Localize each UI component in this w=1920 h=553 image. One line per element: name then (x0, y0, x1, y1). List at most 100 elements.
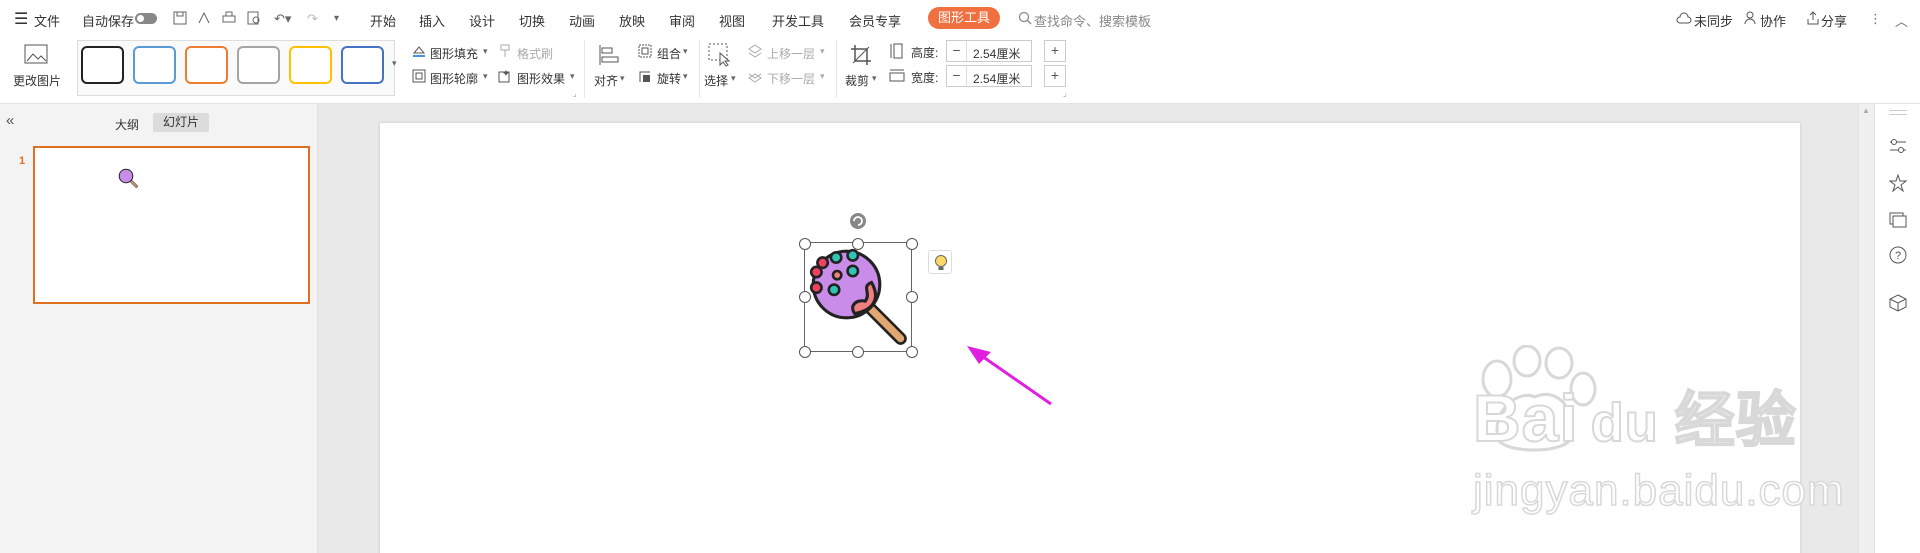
slide-layout-icon[interactable] (1889, 210, 1907, 228)
properties-icon[interactable] (1889, 138, 1907, 154)
help-icon[interactable]: ? (1889, 246, 1907, 264)
chevron-down-icon[interactable]: ▾ (820, 46, 825, 57)
menu-bar: ☰ 文件 自动保存 ↶▾ ↷ ▾ 开始 插入 设计 切换 动画 放映 审阅 视图… (0, 0, 1920, 36)
slide-thumbnail[interactable] (33, 146, 310, 304)
plus-icon[interactable]: + (1045, 66, 1065, 86)
select-button[interactable]: 选择 (704, 72, 728, 89)
style-gray-swatch[interactable] (237, 46, 280, 84)
lollipop-icon[interactable] (807, 245, 911, 349)
redo-icon[interactable]: ↷ (307, 11, 318, 27)
style-darkblue-swatch[interactable] (341, 46, 384, 84)
scroll-up-icon[interactable]: ▲ (1862, 106, 1870, 115)
print-preview-icon[interactable] (247, 11, 261, 25)
align-button[interactable]: 对齐 (594, 72, 618, 89)
tab-shape-tools[interactable]: 图形工具 (928, 7, 1000, 29)
chevron-down-icon[interactable]: ▾ (483, 46, 488, 57)
tab-design[interactable]: 设计 (469, 11, 495, 30)
chevron-down-icon[interactable]: ▾ (820, 71, 825, 82)
ribbon-toolbar: 更改图片 ▾ 图形填充 ▾ 格式刷 图形轮廓 ▾ 图形效果 ▾ ⌟ 对齐 ▾ 组… (0, 36, 1920, 104)
chevron-down-icon[interactable]: ▾ (570, 71, 575, 82)
search-icon (1018, 11, 1032, 25)
tab-slides[interactable]: 幻灯片 (153, 113, 209, 132)
select-icon (708, 43, 731, 67)
tab-member[interactable]: 会员专享 (849, 11, 901, 30)
resize-handle-ne[interactable] (906, 238, 918, 250)
sync-status[interactable]: 未同步 (1694, 11, 1733, 30)
hamburger-menu-icon[interactable]: ☰ (14, 9, 28, 29)
resize-handle-e[interactable] (906, 291, 918, 303)
watermark-cn: 经验 (1674, 387, 1797, 454)
plus-icon[interactable]: + (1045, 41, 1065, 61)
rotate-handle-icon[interactable] (849, 212, 867, 230)
animation-icon[interactable] (1889, 174, 1907, 192)
style-gold-swatch[interactable] (289, 46, 332, 84)
group-icon (638, 44, 652, 58)
send-backward-button[interactable]: 下移一层 (767, 70, 815, 87)
print-icon[interactable] (222, 11, 236, 25)
tab-outline[interactable]: 大纲 (115, 116, 139, 133)
tab-slideshow[interactable]: 放映 (619, 11, 645, 30)
gallery-more-icon[interactable]: ▾ (392, 58, 397, 69)
shape-outline-button[interactable]: 图形轮廓 (430, 70, 478, 87)
height-decrease-button[interactable]: − (947, 41, 967, 61)
align-icon (599, 45, 619, 65)
width-increase-button[interactable]: + (1044, 65, 1066, 87)
tab-animation[interactable]: 动画 (569, 11, 595, 30)
height-field[interactable]: − 2.54厘米 (946, 40, 1032, 62)
tab-developer[interactable]: 开发工具 (772, 11, 824, 30)
vertical-scrollbar[interactable]: ▲ (1858, 104, 1874, 553)
chevron-down-icon[interactable]: ▾ (620, 73, 625, 84)
customize-chevron-icon[interactable]: ▾ (334, 13, 339, 24)
collapse-ribbon-icon[interactable]: ︿ (1895, 11, 1908, 30)
shape-fill-button[interactable]: 图形填充 (430, 45, 478, 62)
style-blue-swatch[interactable] (133, 46, 176, 84)
collapse-panel-icon[interactable]: « (6, 112, 14, 129)
file-menu[interactable]: 文件 (34, 11, 60, 30)
dialog-launcher-icon[interactable]: ⌟ (573, 89, 577, 98)
smart-suggestion-button[interactable] (928, 250, 952, 274)
collaborate-button[interactable]: 协作 (1760, 11, 1786, 30)
undo-icon[interactable]: ↶▾ (274, 11, 291, 27)
shape-effect-button[interactable]: 图形效果 (517, 70, 565, 87)
width-decrease-button[interactable]: − (947, 66, 967, 86)
more-icon[interactable]: ⋮ (1869, 11, 1882, 27)
tab-insert[interactable]: 插入 (419, 11, 445, 30)
rotate-button[interactable]: 旋转 (657, 70, 681, 87)
dialog-launcher-icon[interactable]: ⌟ (1063, 89, 1067, 98)
chevron-down-icon[interactable]: ▾ (683, 71, 688, 82)
resize-handle-nw[interactable] (799, 238, 811, 250)
height-increase-button[interactable]: + (1044, 40, 1066, 62)
tab-review[interactable]: 审阅 (669, 11, 695, 30)
package-icon[interactable] (1889, 294, 1907, 312)
resize-handle-sw[interactable] (799, 346, 811, 358)
height-value[interactable]: 2.54厘米 (973, 45, 1020, 62)
chevron-down-icon[interactable]: ▾ (683, 46, 688, 57)
tab-transition[interactable]: 切换 (519, 11, 545, 30)
change-picture-button[interactable]: 更改图片 (13, 72, 61, 89)
group-button[interactable]: 组合 (657, 45, 681, 62)
tab-view[interactable]: 视图 (719, 11, 745, 30)
chevron-down-icon[interactable]: ▾ (872, 73, 877, 84)
style-orange-swatch[interactable] (185, 46, 228, 84)
share-button[interactable]: 分享 (1821, 11, 1847, 30)
bring-forward-button[interactable]: 上移一层 (767, 45, 815, 62)
search-input[interactable]: 查找命令、搜索模板 (1034, 11, 1151, 30)
tab-home[interactable]: 开始 (370, 11, 396, 30)
format-painter-button[interactable]: 格式刷 (517, 45, 553, 62)
crop-button[interactable]: 裁剪 (845, 72, 869, 89)
watermark-url: jingyan.baidu.com (1472, 466, 1845, 515)
resize-handle-s[interactable] (852, 346, 864, 358)
autosave-toggle[interactable] (135, 13, 157, 24)
resize-handle-w[interactable] (799, 291, 811, 303)
output-icon[interactable] (197, 11, 211, 25)
width-value[interactable]: 2.54厘米 (973, 70, 1020, 87)
chevron-down-icon[interactable]: ▾ (483, 71, 488, 82)
watermark-brand-text: Bai (1472, 381, 1579, 455)
slide-canvas[interactable]: Bai du 经验 jingyan.baidu.com (380, 123, 1844, 553)
resize-handle-n[interactable] (852, 238, 864, 250)
width-field[interactable]: − 2.54厘米 (946, 65, 1032, 87)
chevron-down-icon[interactable]: ▾ (731, 73, 736, 84)
resize-handle-se[interactable] (906, 346, 918, 358)
style-black-swatch[interactable] (81, 46, 124, 84)
save-icon[interactable] (173, 11, 187, 25)
